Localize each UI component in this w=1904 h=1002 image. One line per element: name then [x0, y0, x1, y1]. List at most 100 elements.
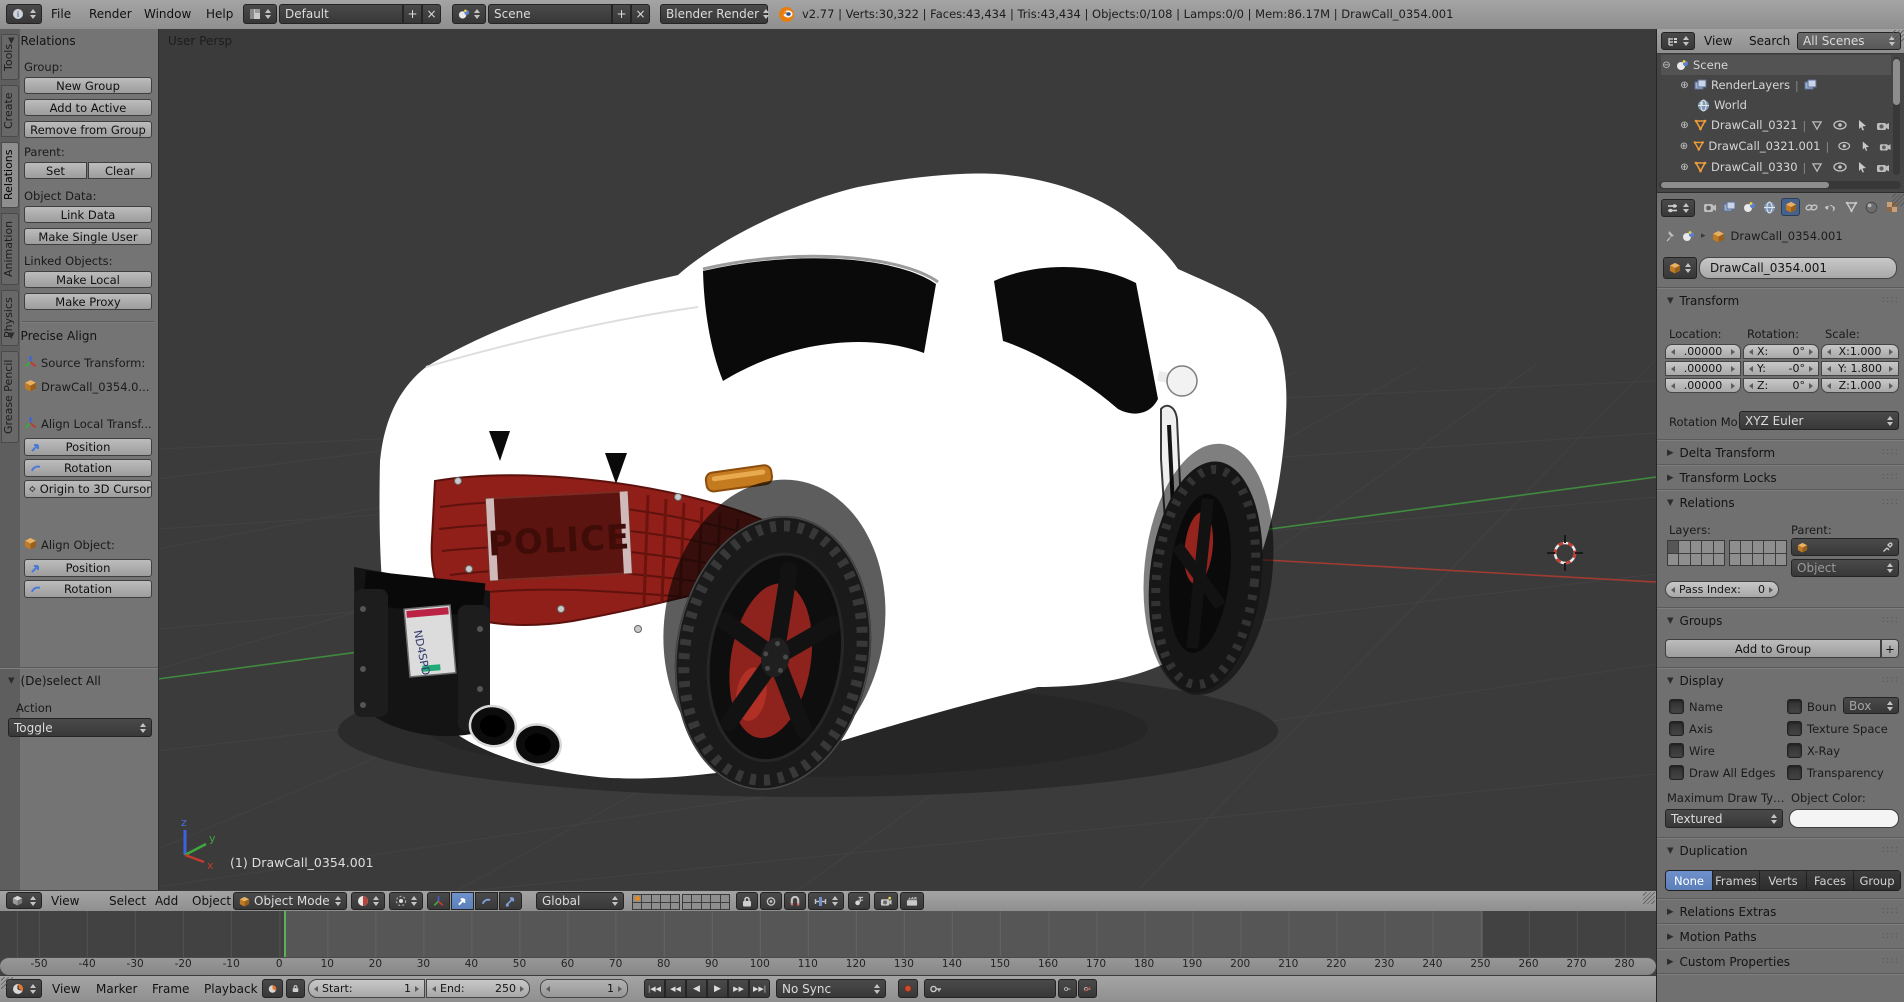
snap-toggle-button[interactable] [784, 892, 806, 910]
panel-header-display[interactable]: ▼Display [1667, 674, 1724, 688]
menu-view[interactable]: View [52, 979, 80, 999]
display-axis-checkbox[interactable] [1669, 721, 1684, 736]
parent-clear-button[interactable]: Clear [88, 162, 152, 179]
lock-time-button[interactable] [286, 979, 305, 998]
panel-drag-dots[interactable]: :::: [1882, 844, 1899, 855]
duplication-verts-button[interactable]: Verts [1760, 871, 1807, 890]
scale-y-field[interactable]: Y: 1.800 [1821, 361, 1899, 376]
add-screen-button[interactable]: + [403, 4, 422, 24]
tab-render[interactable] [1701, 198, 1718, 216]
scrollbar-thumb[interactable] [1893, 59, 1900, 105]
insert-keyframe-button[interactable] [1058, 979, 1077, 998]
scene-icon[interactable] [1682, 230, 1695, 242]
object-color-swatch[interactable] [1789, 809, 1899, 828]
panel-drag-dots[interactable]: :::: [1882, 496, 1899, 507]
panel-drag-dots[interactable]: :::: [1882, 446, 1899, 457]
location-x-field[interactable]: .00000 [1665, 344, 1741, 359]
add-to-active-button[interactable]: Add to Active [24, 99, 152, 116]
render-animation-button[interactable] [900, 892, 924, 910]
outliner-row-drawcall-0321[interactable]: ⊕ DrawCall_0321| [1679, 115, 1891, 135]
menu-frame[interactable]: Frame [152, 979, 189, 999]
outliner-hscrollbar[interactable] [1659, 181, 1901, 189]
snap-target-button[interactable] [848, 892, 870, 910]
display-texture-space-checkbox[interactable] [1787, 721, 1802, 736]
editor-type-button-properties[interactable] [1661, 199, 1695, 217]
frame-start-field[interactable]: Start:1 [308, 979, 425, 998]
duplication-frames-button[interactable]: Frames [1713, 871, 1760, 890]
tab-scene[interactable] [1741, 198, 1758, 216]
align-rotation-button[interactable]: Rotation [24, 459, 152, 477]
make-local-button[interactable]: Make Local [24, 271, 152, 288]
panel-drag-dots[interactable]: :::: [1882, 930, 1899, 941]
eyedropper-icon[interactable] [1882, 542, 1893, 553]
align-object-rotation-button[interactable]: Rotation [24, 580, 152, 598]
panel-header-transform[interactable]: ▼Transform [1667, 294, 1739, 308]
panel-drag-dots[interactable]: :::: [1882, 905, 1899, 916]
shelf-tab-create[interactable]: Create [1, 85, 19, 137]
tab-material[interactable] [1863, 198, 1880, 216]
menu-playback[interactable]: Playback [204, 979, 258, 999]
make-proxy-button[interactable]: Make Proxy [24, 293, 152, 310]
layers-grid-2[interactable] [682, 894, 730, 910]
visibility-eye-icon[interactable] [1838, 141, 1850, 151]
manipulator-toggle-button[interactable] [427, 892, 450, 910]
parent-set-button[interactable]: Set [24, 162, 87, 179]
panel-drag-dots[interactable]: :::: [1882, 471, 1899, 482]
renderable-camera-icon[interactable] [1876, 162, 1890, 173]
auto-keyframe-button[interactable] [898, 979, 918, 998]
time-indicator-button[interactable] [262, 979, 283, 998]
new-group-button[interactable]: New Group [24, 77, 152, 94]
translate-manipulator-button[interactable] [451, 892, 474, 910]
pivot-center-button[interactable] [389, 892, 423, 910]
delete-screen-button[interactable]: × [422, 4, 441, 24]
mode-dropdown[interactable]: Object Mode [233, 892, 347, 910]
shelf-tab-grease-pencil[interactable]: Grease Pencil [1, 351, 19, 443]
parent-object-field[interactable] [1791, 538, 1899, 556]
add-to-group-button[interactable]: Add to Group [1665, 639, 1881, 658]
menu-help[interactable]: Help [206, 4, 233, 24]
rotation-x-field[interactable]: X:0° [1743, 344, 1819, 359]
tab-object-data[interactable] [1843, 198, 1860, 216]
outliner-menu-view[interactable]: View [1704, 31, 1732, 51]
corner-resize-grip[interactable] [1643, 892, 1655, 904]
next-keyframe-button[interactable]: ▶▶ [728, 979, 749, 998]
rotate-manipulator-button[interactable] [475, 892, 498, 910]
visibility-eye-icon[interactable] [1833, 120, 1847, 130]
outliner-row-world[interactable]: World [1697, 95, 1891, 115]
panel-header-motion-paths[interactable]: ▶Motion Paths [1667, 930, 1757, 944]
viewport-canvas[interactable]: POLICE ND4SPD [158, 29, 1656, 890]
corner-resize-grip[interactable] [1892, 194, 1904, 206]
timeline-ruler-area[interactable]: -50-40-30-20-100102030405060708090100110… [0, 911, 1656, 975]
panel-header-delta-transform[interactable]: ▶Delta Transform [1667, 446, 1775, 460]
tab-render-layers[interactable] [1721, 198, 1738, 216]
menu-window[interactable]: Window [144, 4, 191, 24]
parent-type-dropdown[interactable]: Object [1791, 559, 1899, 577]
rotation-mode-dropdown[interactable]: XYZ Euler [1739, 411, 1899, 430]
maximum-draw-type-dropdown[interactable]: Textured [1665, 809, 1783, 828]
tab-object-active[interactable] [1781, 198, 1800, 216]
outliner-display-filter-dropdown[interactable]: All Scenes [1797, 32, 1901, 50]
delete-scene-button[interactable]: × [631, 4, 650, 24]
play-button[interactable]: ▶ [707, 979, 728, 998]
keying-set-field[interactable] [924, 979, 1056, 998]
renderable-camera-icon[interactable] [1876, 120, 1890, 131]
panel-header-duplication[interactable]: ▼Duplication [1667, 844, 1748, 858]
scene-name-field[interactable]: Scene [488, 4, 612, 24]
corner-resize-grip[interactable] [1892, 30, 1904, 42]
previous-keyframe-button[interactable]: ◀◀ [665, 979, 686, 998]
panel-header-relations[interactable]: ▼Relations [1667, 496, 1735, 510]
selectable-cursor-icon[interactable] [1857, 119, 1867, 131]
new-group-plus-button[interactable]: + [1881, 639, 1899, 658]
orientation-dropdown[interactable]: Global [536, 892, 624, 910]
menu-select[interactable]: Select [109, 891, 146, 911]
panel-header-relations[interactable]: ▼Relations [8, 34, 76, 48]
align-position-button[interactable]: Position [24, 438, 152, 456]
pin-icon[interactable] [1665, 230, 1676, 243]
jump-to-start-button[interactable]: |◀◀ [644, 979, 665, 998]
panel-drag-dots[interactable]: :::: [1882, 294, 1899, 305]
play-reverse-button[interactable]: ◀ [686, 979, 707, 998]
corner-resize-grip[interactable] [1, 977, 13, 989]
object-id-icon-button[interactable] [1663, 257, 1697, 279]
display-draw-all-edges-checkbox[interactable] [1669, 765, 1684, 780]
sync-mode-dropdown[interactable]: No Sync [776, 979, 886, 998]
